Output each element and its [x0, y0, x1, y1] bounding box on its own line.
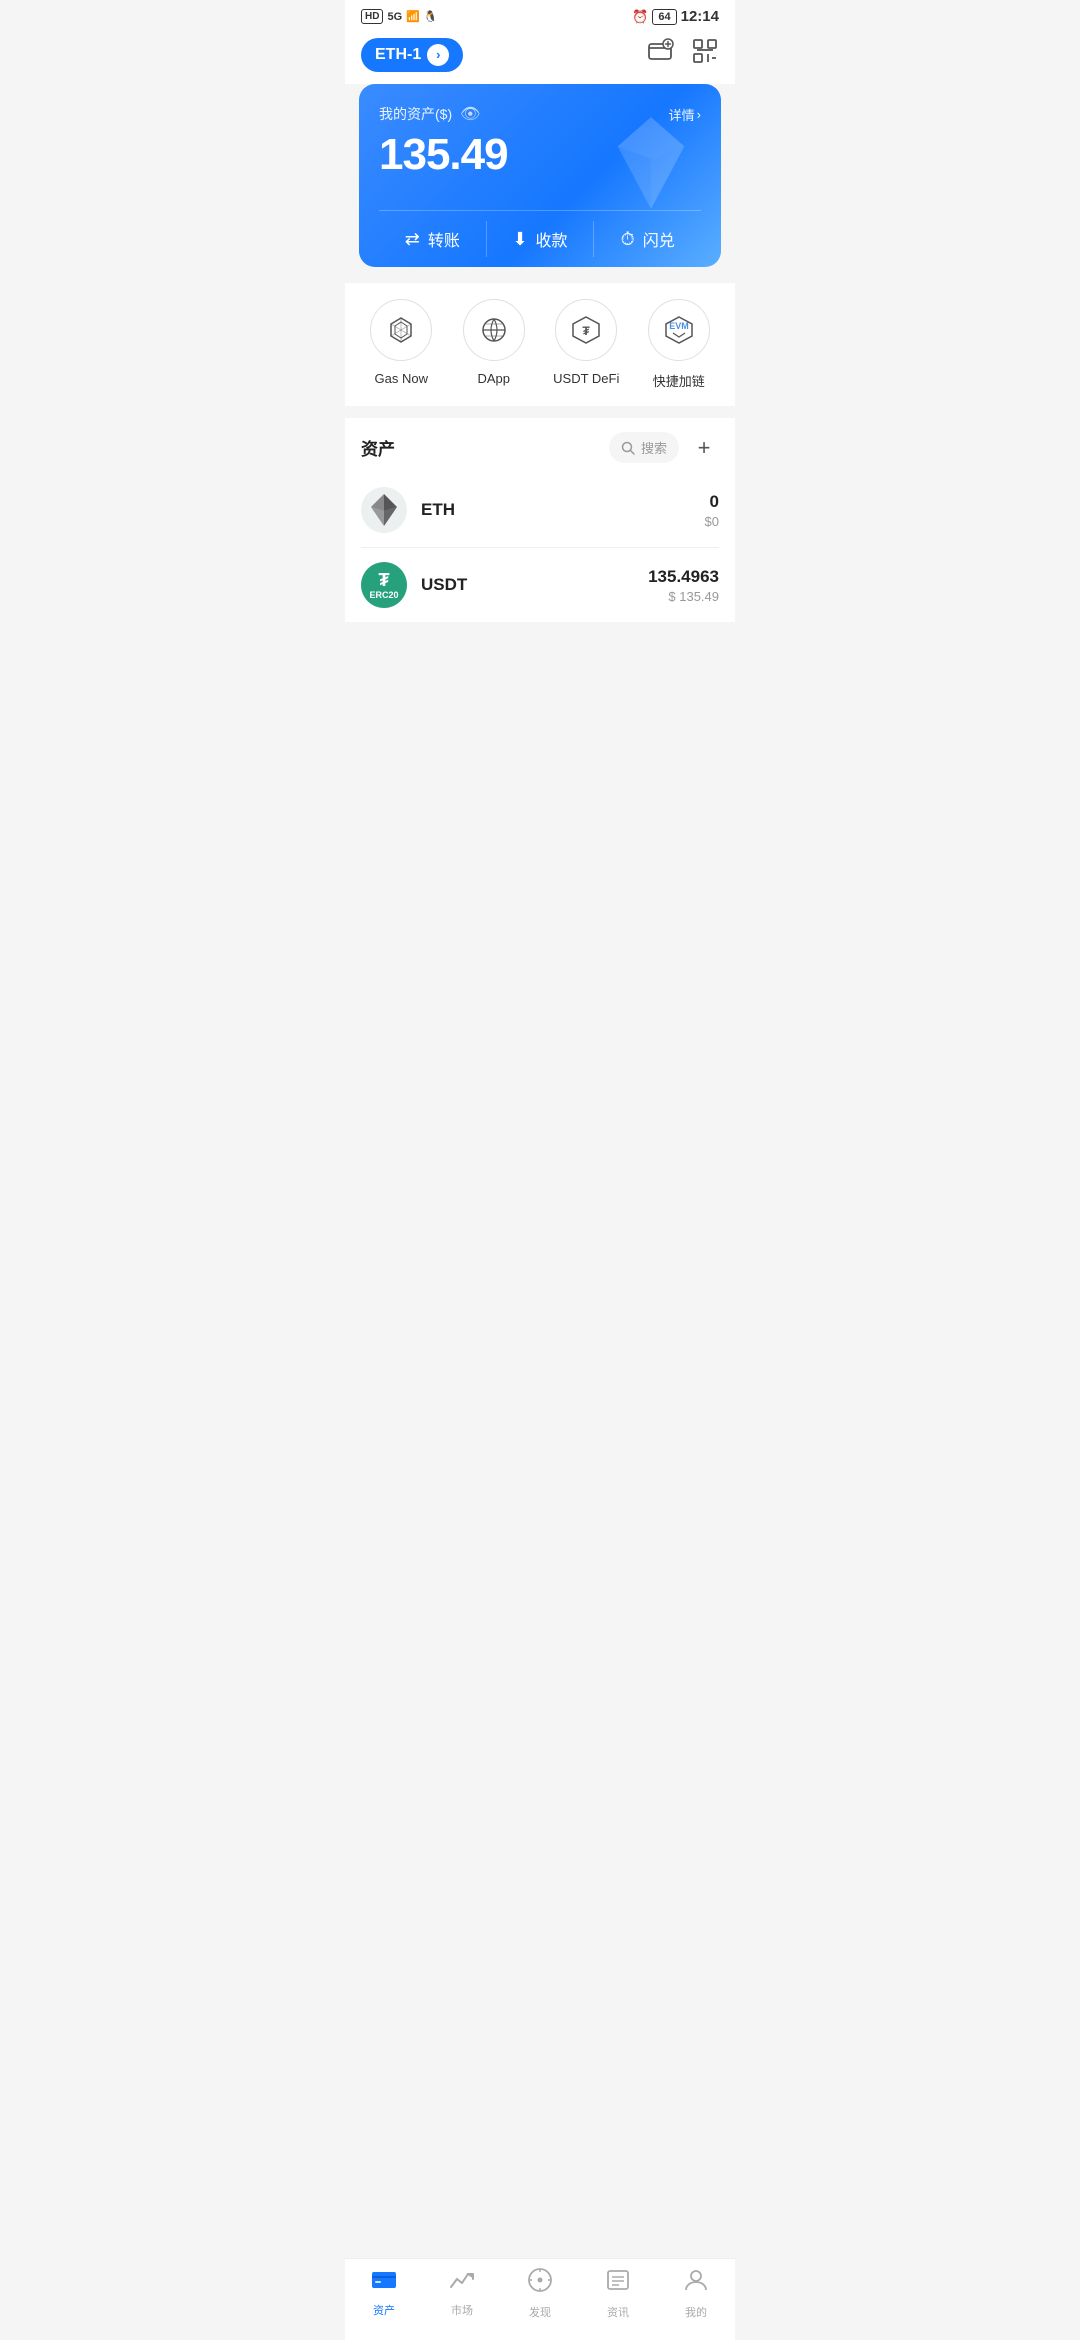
dapp-icon	[463, 299, 525, 361]
asset-label: 我的资产($) 👁	[379, 104, 480, 124]
nav-discover-icon	[527, 2267, 553, 2300]
quick-chain-label: 快捷加链	[653, 371, 705, 390]
flash-icon: ⏱	[621, 229, 635, 250]
nav-market-icon	[449, 2267, 475, 2298]
nav-profile-label: 我的	[685, 2304, 707, 2320]
search-placeholder: 搜索	[641, 438, 667, 457]
header-actions	[647, 37, 719, 72]
app-header: ETH-1 ›	[345, 29, 735, 84]
usdt-defi-label: USDT DeFi	[553, 371, 619, 386]
wallet-add-icon[interactable]	[647, 37, 675, 72]
scan-icon[interactable]	[691, 37, 719, 72]
asset-card: 我的资产($) 👁 详情 › 135.49 ⇄ 转账 ⬇	[359, 84, 721, 267]
usdt-balance: 135.4963	[648, 567, 719, 587]
nav-assets-icon	[371, 2267, 397, 2298]
usdt-usd-value: $ 135.49	[648, 589, 719, 604]
assets-title: 资产	[361, 435, 395, 460]
receive-label: 收款	[536, 227, 568, 251]
nav-item-profile[interactable]: 我的	[666, 2267, 726, 2320]
receive-icon: ⬇	[512, 229, 527, 250]
flash-label: 闪兑	[643, 227, 675, 251]
network-5g: 5G	[387, 11, 402, 23]
quick-chain-icon: EVM	[648, 299, 710, 361]
assets-actions: 搜索 +	[609, 432, 719, 463]
usdt-defi-icon: ₮	[555, 299, 617, 361]
nav-profile-icon	[683, 2267, 709, 2300]
status-bar: HD 5G 📶 🐧 ⏰ 64 12:14	[345, 0, 735, 29]
nav-item-news[interactable]: 资讯	[588, 2267, 648, 2320]
eth-usd-value: $0	[705, 514, 719, 529]
receive-button[interactable]: ⬇ 收款	[487, 211, 594, 267]
quick-links: Gas Now DApp ₮	[345, 283, 735, 406]
battery-indicator: 64	[652, 9, 676, 25]
status-left: HD 5G 📶 🐧	[361, 9, 438, 24]
eth-watermark	[601, 113, 701, 218]
asset-item-eth[interactable]: ETH 0 $0	[361, 473, 719, 548]
eth-asset-name: ETH	[421, 500, 705, 520]
hd-badge: HD	[361, 9, 383, 24]
search-box[interactable]: 搜索	[609, 432, 679, 463]
network-label: ETH-1	[375, 46, 421, 64]
signal-icon: 📶	[406, 10, 420, 23]
eth-coin-icon	[361, 487, 407, 533]
add-asset-button[interactable]: +	[689, 433, 719, 463]
wechat-icon: 🐧	[424, 10, 438, 23]
eth-asset-values: 0 $0	[705, 492, 719, 529]
time-display: 12:14	[681, 8, 719, 25]
transfer-icon: ⇄	[405, 229, 420, 250]
gas-now-icon	[370, 299, 432, 361]
network-selector[interactable]: ETH-1 ›	[361, 38, 463, 72]
nav-item-discover[interactable]: 发现	[510, 2267, 570, 2320]
assets-section: 资产 搜索 +	[345, 418, 735, 622]
search-icon	[621, 441, 635, 455]
nav-news-icon	[605, 2267, 631, 2300]
eth-balance: 0	[705, 492, 719, 512]
action-bar: ⇄ 转账 ⬇ 收款 ⏱ 闪兑	[379, 210, 701, 267]
network-expand-icon: ›	[427, 44, 449, 66]
nav-item-assets[interactable]: 资产	[354, 2267, 414, 2320]
flash-exchange-button[interactable]: ⏱ 闪兑	[594, 211, 701, 267]
nav-item-market[interactable]: 市场	[432, 2267, 492, 2320]
svg-text:₮: ₮	[583, 324, 591, 338]
quick-link-dapp[interactable]: DApp	[454, 299, 534, 390]
asset-item-usdt[interactable]: ₮ ERC20 USDT 135.4963 $ 135.49	[361, 548, 719, 622]
nav-assets-label: 资产	[373, 2302, 395, 2318]
visibility-icon[interactable]: 👁	[460, 104, 480, 124]
usdt-asset-name: USDT	[421, 575, 648, 595]
quick-link-gas-now[interactable]: Gas Now	[361, 299, 441, 390]
usdt-asset-values: 135.4963 $ 135.49	[648, 567, 719, 604]
quick-link-usdt-defi[interactable]: ₮ USDT DeFi	[546, 299, 626, 390]
transfer-label: 转账	[428, 227, 460, 251]
transfer-button[interactable]: ⇄ 转账	[379, 211, 486, 267]
status-right: ⏰ 64 12:14	[632, 8, 719, 25]
dapp-label: DApp	[477, 371, 510, 386]
bottom-nav: 资产 市场 发现	[345, 2258, 735, 2340]
alarm-icon: ⏰	[632, 9, 648, 25]
nav-market-label: 市场	[451, 2302, 473, 2318]
quick-link-quick-chain[interactable]: EVM 快捷加链	[639, 299, 719, 390]
usdt-coin-icon: ₮ ERC20	[361, 562, 407, 608]
svg-text:EVM: EVM	[669, 321, 689, 331]
assets-header: 资产 搜索 +	[361, 418, 719, 473]
nav-news-label: 资讯	[607, 2304, 629, 2320]
nav-discover-label: 发现	[529, 2304, 551, 2320]
gas-now-label: Gas Now	[375, 371, 428, 386]
